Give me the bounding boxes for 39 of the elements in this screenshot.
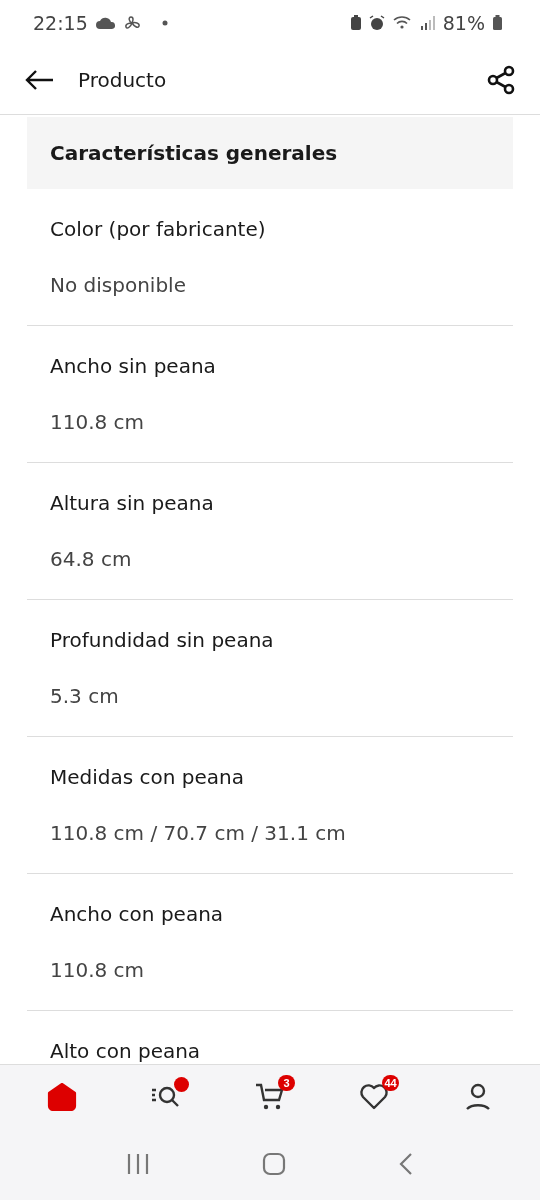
spec-label: Ancho sin peana xyxy=(50,353,217,380)
spec-label: Alto con peana xyxy=(50,1038,202,1064)
home-square-icon xyxy=(262,1152,286,1176)
spec-label: Color (por fabricante) xyxy=(50,216,267,243)
section-title: Características generales xyxy=(50,141,338,165)
count-badge: 3 xyxy=(278,1074,295,1091)
spec-value: 5.3 cm xyxy=(50,683,120,710)
spec-value: No disponible xyxy=(50,272,187,299)
spec-label: Medidas con peana xyxy=(50,764,245,791)
status-time: 22:15 xyxy=(33,11,88,34)
person-icon xyxy=(465,1082,491,1111)
cart-icon xyxy=(255,1082,285,1111)
cloud-icon xyxy=(95,16,116,29)
battery-saver-icon xyxy=(350,15,361,30)
home-icon xyxy=(47,1082,77,1111)
spec-label: Altura sin peana xyxy=(50,490,215,517)
spec-value: 110.8 cm xyxy=(50,957,146,984)
share-button[interactable] xyxy=(486,64,516,95)
spec-value: 64.8 cm xyxy=(50,546,133,573)
wifi-icon xyxy=(392,14,413,31)
alarm-icon xyxy=(368,14,385,31)
share-icon xyxy=(486,64,516,95)
arrow-left-icon xyxy=(24,68,54,91)
spec-value: 110.8 cm / 70.7 cm / 31.1 cm xyxy=(50,820,347,847)
page-title: Producto xyxy=(78,67,168,92)
count-badge: 44 xyxy=(382,1074,399,1091)
spec-label: Profundidad sin peana xyxy=(50,627,275,654)
spec-label: Ancho con peana xyxy=(50,901,225,928)
fan-icon xyxy=(123,14,140,31)
back-button[interactable] xyxy=(24,68,54,91)
chevron-left-icon xyxy=(398,1152,414,1176)
battery-percent: 81% xyxy=(442,11,485,34)
recent-apps-icon xyxy=(126,1153,150,1175)
dot-icon xyxy=(161,19,168,26)
signal-icon xyxy=(420,15,435,30)
cart-tab[interactable]: 3 xyxy=(245,1076,295,1117)
wishlist-tab[interactable]: 44 xyxy=(349,1076,399,1117)
spec-value: 110.8 cm xyxy=(50,409,146,436)
battery-icon xyxy=(493,15,502,30)
